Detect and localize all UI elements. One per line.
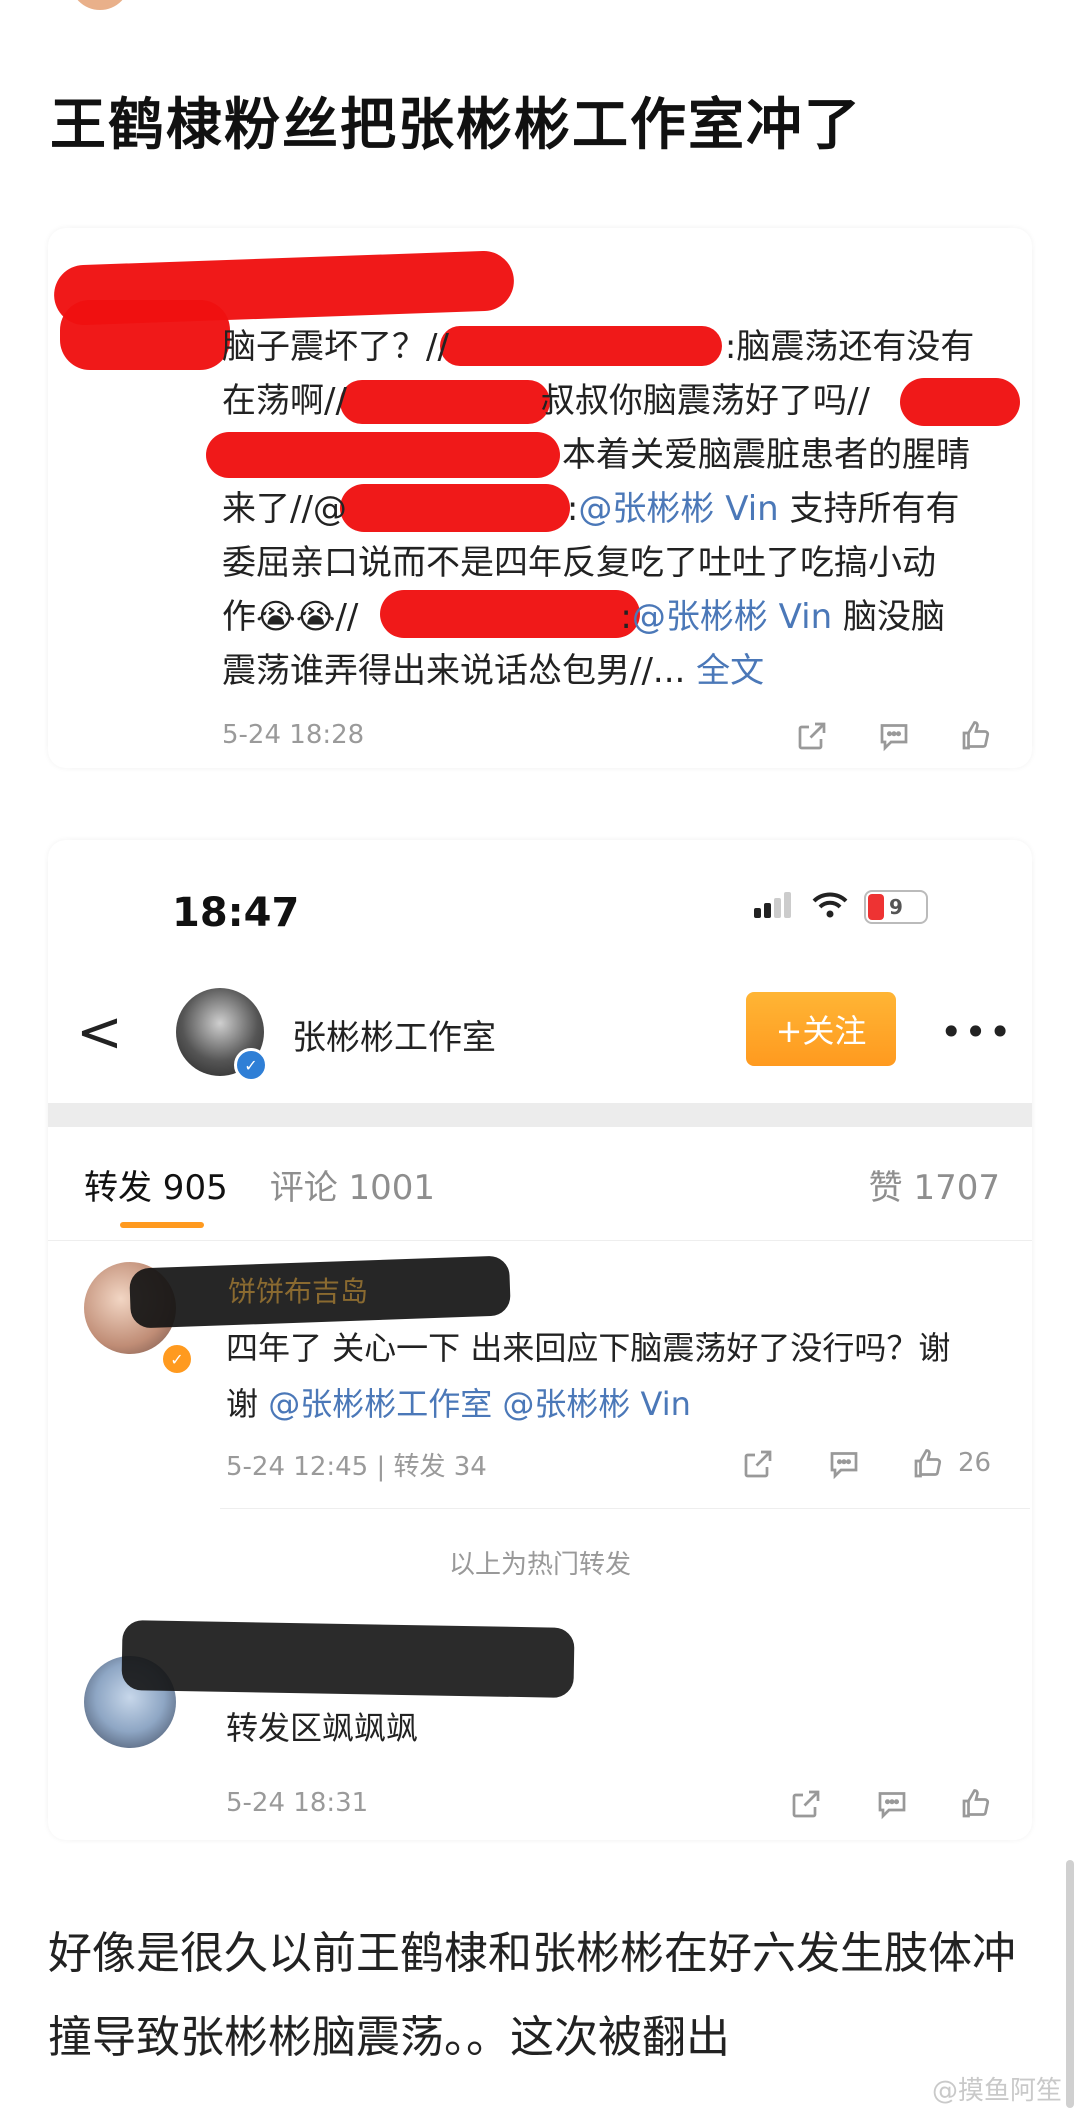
tab-like[interactable]: 赞 1707: [869, 1160, 1000, 1209]
comment-icon[interactable]: [872, 1784, 912, 1824]
profile-name[interactable]: 张彬彬工作室: [292, 1010, 496, 1059]
tab-indicator: [120, 1222, 204, 1228]
comment-meta: 5-24 12:45 | 转发 34: [226, 1452, 487, 1482]
wifi-icon: [810, 890, 850, 924]
article-body: 好像是很久以前王鹤棣和张彬彬在好六发生肢体冲撞导致张彬彬脑震荡。。这次被翻出: [48, 1928, 1016, 2063]
full-text-link[interactable]: 全文: [696, 651, 764, 691]
post-time: 5-24 18:28: [222, 720, 365, 750]
share-icon[interactable]: [792, 716, 832, 756]
divider: [48, 1240, 1032, 1241]
share-icon[interactable]: [786, 1784, 826, 1824]
signal-icon: [752, 890, 796, 924]
tab-comment[interactable]: 评论 1001: [270, 1160, 435, 1209]
mention-zhangbinbin[interactable]: @张彬彬 Vin: [578, 489, 778, 529]
comment-username[interactable]: 饼饼布吉岛: [228, 1270, 368, 1310]
battery-icon: 9: [864, 890, 928, 924]
emoji: 😭: [256, 597, 296, 637]
verified-badge: ✓: [234, 1048, 268, 1082]
back-button[interactable]: <: [76, 1000, 123, 1065]
like-icon[interactable]: [956, 1784, 996, 1824]
verified-badge: ✓: [160, 1342, 194, 1376]
mention-zhangbinbin[interactable]: @张彬彬 Vin: [632, 597, 832, 637]
comment-icon[interactable]: [874, 716, 914, 756]
redaction: [60, 300, 230, 370]
comment-text: 转发区飒飒飒: [226, 1709, 419, 1747]
like-count: 26: [958, 1448, 992, 1478]
author-meta: [150, 0, 450, 8]
comment-text: 四年了 关心一下 出来回应下脑震荡好了没行吗？谢谢 @张彬彬工作室 @张彬彬 V…: [226, 1329, 951, 1423]
status-time: 18:47: [172, 890, 300, 936]
mention-vin[interactable]: @张彬彬 Vin: [502, 1385, 691, 1423]
comment-icon[interactable]: [824, 1444, 864, 1484]
emoji: 😭: [295, 597, 336, 637]
repost-text: 脑子震坏了？//:脑震荡还有没有 在荡啊//叔叔你脑震荡好了吗// 本着关爱脑震…: [222, 327, 975, 691]
scrollbar[interactable]: [1066, 1860, 1074, 2108]
article-title: 王鹤棣粉丝把张彬彬工作室冲了: [50, 93, 862, 158]
tabs: 转发 905 评论 1001 赞 1707: [84, 1160, 1000, 1209]
mention-studio[interactable]: @张彬彬工作室: [268, 1385, 492, 1423]
hot-repost-label: 以上为热门转发: [448, 1550, 631, 1580]
comment-time: 5-24 18:31: [226, 1788, 369, 1818]
watermark: @摸鱼阿笙: [931, 2076, 1062, 2106]
follow-button[interactable]: +关注: [746, 992, 896, 1066]
redaction: [121, 1620, 575, 1698]
divider: [220, 1508, 1030, 1509]
share-icon[interactable]: [738, 1444, 778, 1484]
author-avatar[interactable]: [70, 0, 130, 10]
status-icons: 9: [752, 890, 928, 924]
section-divider: [48, 1103, 1032, 1127]
like-icon[interactable]: [908, 1444, 948, 1484]
tab-repost[interactable]: 转发 905: [84, 1160, 228, 1209]
like-icon[interactable]: [956, 716, 996, 756]
more-button[interactable]: •••: [940, 1010, 1013, 1054]
